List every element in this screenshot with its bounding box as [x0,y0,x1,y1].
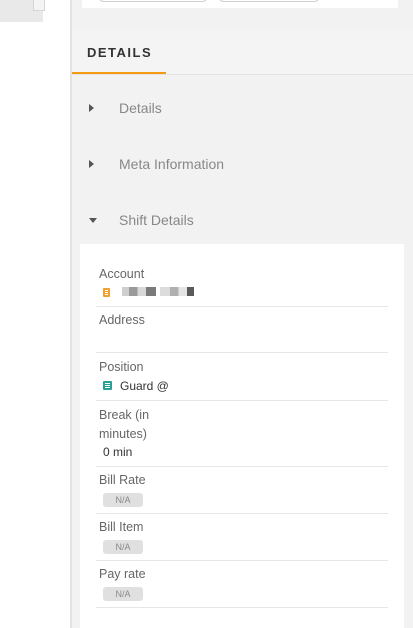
shift-details-card: Account Address Position Guard @ Break (… [80,244,404,628]
field-label: Break (in [99,408,150,422]
accordion-label: Shift Details [119,212,194,228]
na-badge: N/A [103,540,143,554]
field-label: Address [99,313,145,327]
caret-right-icon [89,160,94,168]
field-bill-item: Bill Item N/A [96,513,388,561]
accordion-meta-information[interactable]: Meta Information [72,140,413,188]
caret-down-icon [89,218,97,223]
field-label: Position [99,360,144,374]
tab-details[interactable]: DETAILS [87,45,152,60]
field-pay-rate: Pay rate N/A [96,560,388,608]
field-label: Pay rate [99,567,146,581]
top-card [82,0,398,8]
field-break: Break (in minutes) 0 min [96,400,388,467]
top-pill-button[interactable] [98,0,208,2]
field-label: Bill Rate [99,473,146,487]
field-address: Address [96,306,388,353]
field-label: minutes) [99,427,147,441]
details-panel: DETAILS Details Meta Information Shift D… [72,0,413,628]
position-icon [103,381,112,390]
na-badge: N/A [103,493,143,507]
account-value-redacted[interactable] [122,287,156,296]
caret-right-icon [89,104,94,112]
account-value-redacted[interactable] [160,287,194,296]
field-bill-rate: Bill Rate N/A [96,466,388,514]
left-checkbox[interactable] [33,0,45,11]
field-label: Account [99,267,145,281]
accordion-label: Details [119,100,162,116]
field-account: Account [96,262,388,307]
na-badge: N/A [103,587,143,601]
building-icon [103,288,110,297]
left-pane [0,0,70,628]
field-label: Bill Item [99,520,144,534]
accordion-shift-details[interactable]: Shift Details [72,196,413,244]
field-position: Position Guard @ [96,352,388,401]
accordion-details[interactable]: Details [72,84,413,132]
break-value: 0 min [103,445,133,459]
accordion-label: Meta Information [119,156,225,172]
top-pill-button[interactable] [218,0,320,2]
header-divider [72,74,413,75]
position-value[interactable]: Guard @ [120,379,169,393]
